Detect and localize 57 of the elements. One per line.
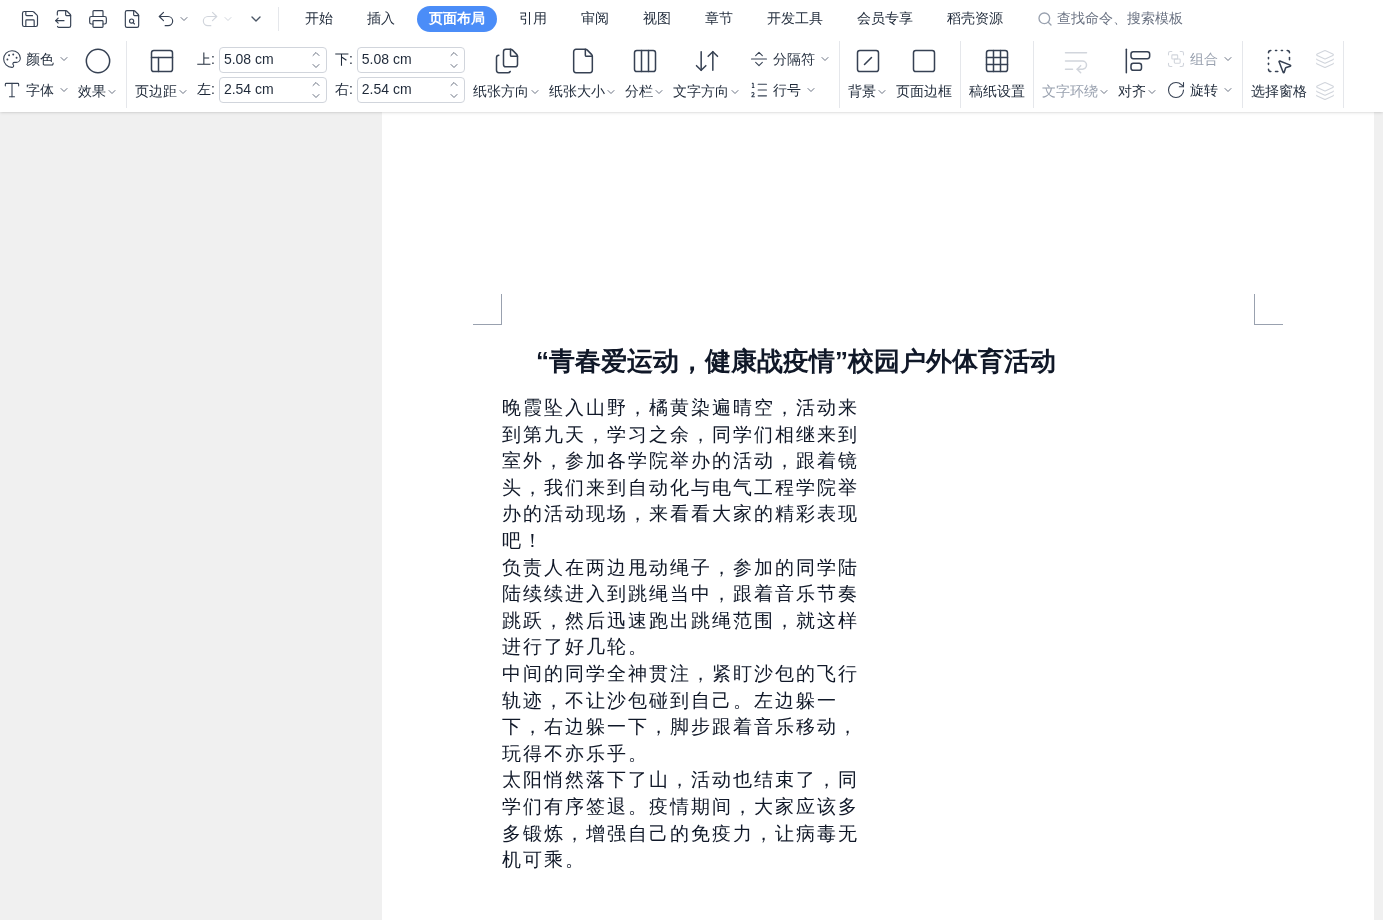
align-icon bbox=[1123, 47, 1152, 75]
print-preview-icon[interactable] bbox=[122, 8, 142, 29]
ribbon-button[interactable]: 纸张大小 bbox=[548, 47, 617, 102]
body-paragraph: 中间的同学全神贯注，紧盯沙包的飞行轨迹，不让沙包碰到自己。左边躲一下，右边躲一下，脚步跟着音乐移动，玩得不亦乐乎。 bbox=[502, 661, 860, 766]
corner-mark bbox=[473, 294, 502, 325]
ribbon-tab[interactable]: 引用 bbox=[507, 5, 559, 32]
body-paragraph: 负责人在两边甩动绳子，参加的同学陆陆续续进入到跳绳当中，跟着音乐节奏跳跃，然后迅速跑出跳绳范围，就这样进行了好几轮。 bbox=[502, 555, 860, 660]
save-icon[interactable] bbox=[20, 8, 40, 29]
layers-icon bbox=[1314, 48, 1335, 69]
ribbon-tab[interactable]: 会员专享 bbox=[845, 5, 925, 32]
ribbon-button[interactable]: 分栏 bbox=[624, 47, 665, 102]
ribbon-button[interactable]: 对齐 bbox=[1117, 47, 1158, 102]
spin-field[interactable]: 5.08 cm bbox=[218, 46, 327, 73]
font-icon bbox=[2, 80, 22, 100]
ribbon-tab[interactable]: 稻壳资源 bbox=[935, 5, 1015, 32]
corner-mark bbox=[1254, 294, 1283, 325]
ribbon-tab[interactable]: 开发工具 bbox=[755, 5, 835, 32]
ribbon-button[interactable]: 分隔符 bbox=[748, 48, 831, 70]
ribbon-button[interactable]: 文字方向 bbox=[672, 47, 741, 102]
ribbon-tab[interactable]: 视图 bbox=[631, 5, 683, 32]
spin-field[interactable]: 2.54 cm bbox=[218, 76, 327, 103]
print-icon[interactable] bbox=[88, 8, 108, 29]
body-paragraph: 晚霞坠入山野，橘黄染遍晴空，活动来到第九天，学习之余，同学们相继来到室外，参加各学院举办的活动，跟着镜头，我们来到自动化与电气工程学院举办的活动现场，来看看大家的精彩表现吧！ bbox=[502, 396, 860, 553]
ribbon-button[interactable]: 背景 bbox=[847, 47, 888, 102]
group-icon bbox=[1165, 49, 1186, 69]
body-paragraph: 太阳悄然落下了山，活动也结束了，同学们有序签退。疫情期间，大家应该多多锻炼，增强自己的免疫力，让病毒无机可乘。 bbox=[502, 768, 860, 873]
palette-icon bbox=[2, 49, 22, 69]
rotate-icon bbox=[1165, 80, 1186, 100]
field-label: 右: bbox=[334, 80, 353, 99]
field-label: 上: bbox=[197, 50, 215, 69]
ribbon-tab[interactable]: 章节 bbox=[693, 5, 745, 32]
ribbon-button[interactable]: 页边距 bbox=[135, 47, 189, 102]
ribbon-button[interactable]: 选择窗格 bbox=[1250, 47, 1307, 102]
ribbon-tab[interactable]: 审阅 bbox=[569, 5, 621, 32]
margins-icon bbox=[148, 47, 176, 75]
field-label: 左: bbox=[197, 80, 215, 99]
ribbon-button[interactable]: 效果 bbox=[78, 47, 118, 102]
field-label: 下: bbox=[334, 50, 353, 69]
ribbon-button[interactable]: 字体 bbox=[2, 79, 70, 101]
separator-icon bbox=[748, 49, 769, 69]
line-number-icon bbox=[748, 80, 769, 100]
search-field[interactable]: 查找命令、搜索模板 bbox=[1037, 8, 1183, 29]
ribbon-button[interactable]: 行号 bbox=[748, 79, 831, 101]
ribbon-tab[interactable]: 插入 bbox=[355, 5, 407, 32]
ribbon-tab[interactable]: 开始 bbox=[293, 5, 345, 32]
document-title: “青春爱运动，健康战疫情”校园户外体育活动 bbox=[536, 345, 1057, 378]
export-icon[interactable] bbox=[54, 8, 74, 29]
spin-field[interactable]: 2.54 cm bbox=[356, 76, 465, 103]
ribbon-button[interactable]: 旋转 bbox=[1165, 79, 1234, 101]
search-icon bbox=[1037, 10, 1053, 27]
ribbon-button[interactable]: 颜色 bbox=[2, 48, 70, 70]
ribbon-button[interactable]: 页面边框 bbox=[895, 47, 952, 102]
ribbon-button[interactable]: 稿纸设置 bbox=[968, 47, 1025, 102]
ribbon-button[interactable]: 纸张方向 bbox=[472, 47, 541, 102]
layers-icon bbox=[1314, 80, 1335, 101]
effect-icon bbox=[84, 47, 112, 75]
spin-field[interactable]: 5.08 cm bbox=[356, 46, 465, 73]
